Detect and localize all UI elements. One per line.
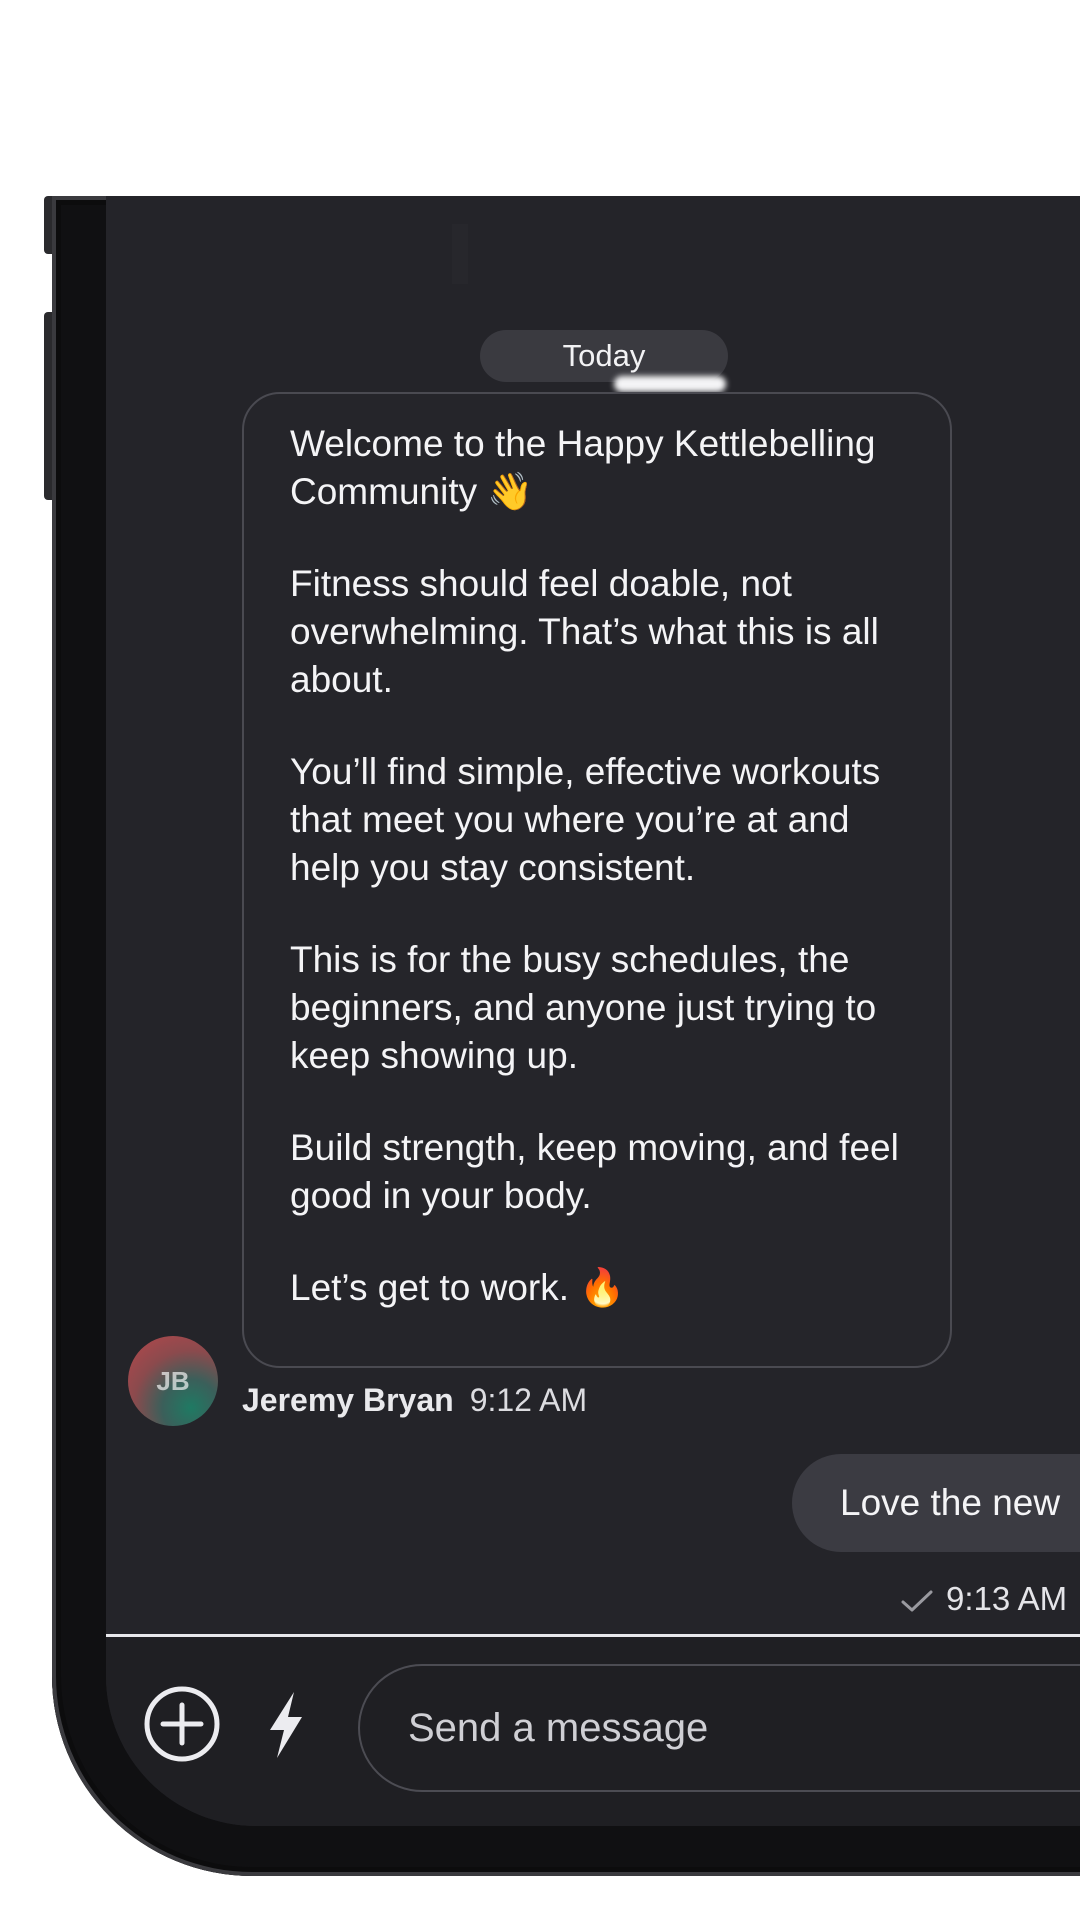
message-paragraph: You’ll find simple, effective workouts t… (290, 751, 881, 888)
message-paragraph: Welcome to the Happy Kettlebelling Commu… (290, 423, 876, 512)
message-paragraph: Build strength, keep moving, and feel go… (290, 1127, 899, 1216)
message-meta: Jeremy Bryan 9:12 AM (242, 1382, 587, 1419)
check-icon (901, 1590, 933, 1612)
app-screenshot: Today Welcome to the Happy Kettlebelling… (0, 0, 1080, 1920)
avatar[interactable]: JB (128, 1336, 218, 1426)
message-paragraph: Let’s get to work. 🔥 (290, 1267, 626, 1308)
message-time: 9:12 AM (469, 1382, 588, 1418)
date-separator-glow (614, 376, 726, 392)
message-input[interactable] (358, 1664, 1080, 1792)
message-time: 9:13 AM (946, 1580, 1068, 1617)
date-separator: Today (480, 330, 728, 382)
message-paragraph: Fitness should feel doable, not overwhel… (290, 563, 879, 700)
sender-name[interactable]: Jeremy Bryan (242, 1382, 454, 1418)
lightning-bolt-icon[interactable] (264, 1690, 308, 1760)
outgoing-message-meta: 9:13 AM (900, 1580, 1067, 1618)
incoming-message-bubble[interactable]: Welcome to the Happy Kettlebelling Commu… (242, 392, 952, 1368)
plus-circle-icon[interactable] (142, 1684, 222, 1764)
chat-screen: Today Welcome to the Happy Kettlebelling… (106, 196, 1080, 1826)
outgoing-message-bubble[interactable]: Love the new (792, 1454, 1080, 1552)
message-paragraph: This is for the busy schedules, the begi… (290, 939, 877, 1076)
screen-artifact (452, 224, 468, 284)
